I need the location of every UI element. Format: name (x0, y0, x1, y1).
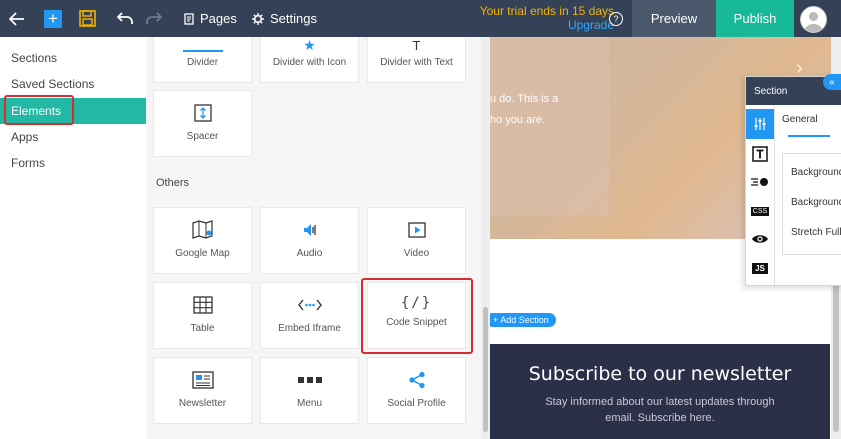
text-box-icon[interactable] (746, 139, 774, 169)
element-divider-with-text[interactable]: T Divider with Text (367, 37, 466, 83)
hero-line: u do. This is a (490, 93, 559, 105)
preview-button[interactable]: Preview (632, 0, 716, 37)
element-label: Google Map (175, 248, 230, 259)
back-arrow-icon[interactable] (9, 0, 25, 37)
hero-line: ho you are. (490, 114, 546, 126)
page-icon (184, 12, 194, 25)
pages-button[interactable]: Pages (184, 0, 237, 37)
user-icon (804, 12, 823, 32)
element-label: Video (403, 248, 430, 259)
newsletter-line: Stay informed about our latest updates t… (545, 396, 775, 408)
elements-panel: Divider ★ Divider with Icon T Divider wi… (146, 37, 481, 439)
share-icon (368, 370, 465, 390)
save-icon[interactable] (79, 0, 96, 37)
elements-scrollbar[interactable] (481, 37, 490, 439)
element-spacer[interactable]: Spacer (153, 90, 252, 157)
trial-notice: Your trial ends in 15 days Upgrade (440, 4, 614, 32)
newsletter-description: Stay informed about our latest updates t… (490, 394, 830, 426)
element-label: Social Profile (387, 398, 446, 409)
text-icon: T (412, 37, 421, 53)
sidebar-item-saved-sections[interactable]: Saved Sections (0, 71, 146, 97)
tab-general-underline (788, 135, 830, 137)
element-label: Audio (296, 248, 323, 259)
newsletter-icon (154, 370, 251, 390)
css-icon[interactable]: CSS (746, 196, 774, 226)
gear-icon (252, 12, 264, 25)
table-icon (154, 295, 251, 315)
element-newsletter[interactable]: Newsletter (153, 357, 252, 424)
hero-text[interactable]: u do. This is a ho you are. (490, 89, 558, 131)
newsletter-section[interactable]: Subscribe to our newsletter Stay informe… (490, 344, 830, 439)
top-toolbar: + Pages Settings Your trial ends in 15 d… (0, 0, 841, 37)
element-social-profile[interactable]: Social Profile (367, 357, 466, 424)
option-background[interactable]: Background (791, 197, 841, 208)
sidebar-item-apps[interactable]: Apps (0, 124, 146, 150)
section-settings-panel: Section CSS JS General Background Backgr… (745, 76, 841, 286)
avatar[interactable] (800, 6, 827, 33)
menu-icon (261, 370, 358, 390)
redo-icon[interactable] (145, 0, 162, 37)
element-table[interactable]: Table (153, 282, 252, 349)
highlight-code-snippet (361, 278, 473, 354)
element-google-map[interactable]: Google Map (153, 207, 252, 274)
sidebar-item-forms[interactable]: Forms (0, 150, 146, 176)
element-embed-iframe[interactable]: Embed Iframe (260, 282, 359, 349)
settings-label: Settings (270, 11, 317, 26)
sidebar-item-sections[interactable]: Sections (0, 45, 146, 71)
scrollbar-thumb[interactable] (483, 307, 488, 432)
element-divider-with-icon[interactable]: ★ Divider with Icon (260, 37, 359, 83)
audio-icon (261, 220, 358, 240)
js-label: JS (752, 262, 768, 274)
undo-icon[interactable] (117, 0, 134, 37)
section-options: Background Background Stretch Full (782, 153, 841, 255)
element-label: Menu (296, 398, 322, 409)
sidebar-item-label: Sections (11, 51, 58, 65)
eye-icon[interactable] (746, 224, 774, 254)
speed-icon[interactable] (746, 167, 774, 197)
add-button[interactable]: + (44, 0, 62, 37)
js-icon[interactable]: JS (746, 253, 774, 283)
sliders-icon[interactable] (746, 109, 774, 139)
option-stretch-full[interactable]: Stretch Full (791, 227, 841, 238)
star-icon: ★ (303, 37, 316, 53)
add-section-button[interactable]: + Add Section (490, 313, 556, 327)
collapse-panel-button[interactable]: « (823, 74, 841, 90)
newsletter-line: email. Subscribe here. (605, 412, 715, 424)
element-label: Divider with Text (380, 57, 453, 68)
element-label: Embed Iframe (278, 323, 341, 334)
option-background[interactable]: Background (791, 167, 841, 178)
element-label: Newsletter (178, 398, 227, 409)
settings-button[interactable]: Settings (252, 0, 317, 37)
section-panel-tabs: CSS JS (746, 105, 775, 285)
sidebar-item-label: Forms (11, 156, 45, 170)
element-label: Divider with Icon (272, 57, 347, 68)
highlight-elements (4, 95, 74, 125)
help-icon[interactable]: ? (609, 0, 623, 37)
element-audio[interactable]: Audio (260, 207, 359, 274)
element-label: Table (190, 323, 215, 334)
map-icon (154, 220, 251, 240)
publish-button[interactable]: Publish (716, 0, 794, 37)
element-menu[interactable]: Menu (260, 357, 359, 424)
element-divider[interactable]: Divider (153, 37, 252, 83)
sidebar-item-label: Apps (11, 130, 39, 144)
video-icon (368, 220, 465, 240)
element-video[interactable]: Video (367, 207, 466, 274)
trial-text: Your trial ends in 15 days (479, 4, 614, 18)
spacer-icon (154, 103, 251, 123)
tab-general[interactable]: General (782, 114, 818, 125)
plus-icon: + (44, 9, 62, 28)
newsletter-title: Subscribe to our newsletter (528, 363, 792, 385)
element-label: Spacer (186, 131, 219, 142)
element-label: Divider (186, 57, 219, 68)
sidebar-item-label: Saved Sections (11, 77, 95, 91)
pages-label: Pages (200, 11, 237, 26)
iframe-icon (261, 295, 358, 315)
css-label: CSS (750, 206, 770, 216)
double-chevron-left-icon: « (829, 76, 835, 88)
upgrade-link[interactable]: Upgrade (440, 18, 614, 32)
others-heading: Others (156, 177, 190, 189)
